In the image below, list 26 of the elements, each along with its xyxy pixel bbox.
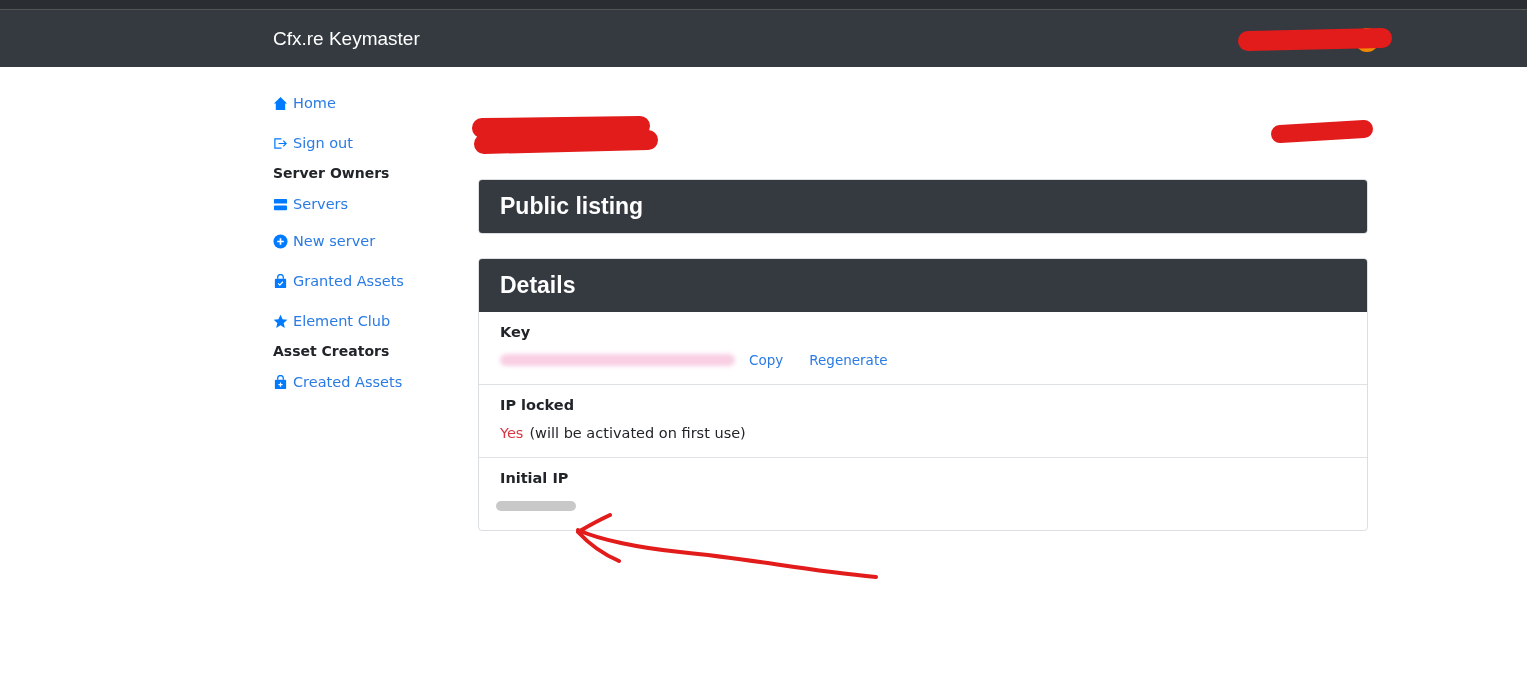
sidebar-heading: Server Owners [273,165,391,183]
card-header: Details [479,259,1367,312]
action-link[interactable]: Copy [749,352,784,368]
bag-plus-icon [273,374,288,390]
status-value: Yes [500,425,524,441]
card-header: Public listing [479,180,1367,233]
field-label: IP locked [500,397,576,413]
server-icon [273,196,288,212]
sidebar-link[interactable]: Created Assets [273,365,478,399]
action-link[interactable]: Regenerate [809,352,888,368]
sidebar-link[interactable]: Sign out [273,123,478,163]
brand-link[interactable]: Cfx.re Keymaster [273,27,420,50]
home-icon [273,95,288,111]
sidebar-link[interactable]: Element Club [273,301,478,341]
sidebar-link[interactable]: Servers [273,187,478,221]
field-label: Initial IP [500,470,570,486]
bag-check-icon [273,273,288,289]
sidebar-heading: Asset Creators [273,343,391,361]
status-note: (will be activated on first use) [529,425,746,441]
sidebar-link[interactable]: New server [273,221,478,261]
sign-out-icon [273,135,288,151]
field-label: Key [500,324,532,340]
sidebar-link[interactable]: Home [273,83,478,123]
sidebar-link[interactable]: Granted Assets [273,261,478,301]
star-icon [273,313,288,329]
plus-circle-icon [273,233,288,249]
